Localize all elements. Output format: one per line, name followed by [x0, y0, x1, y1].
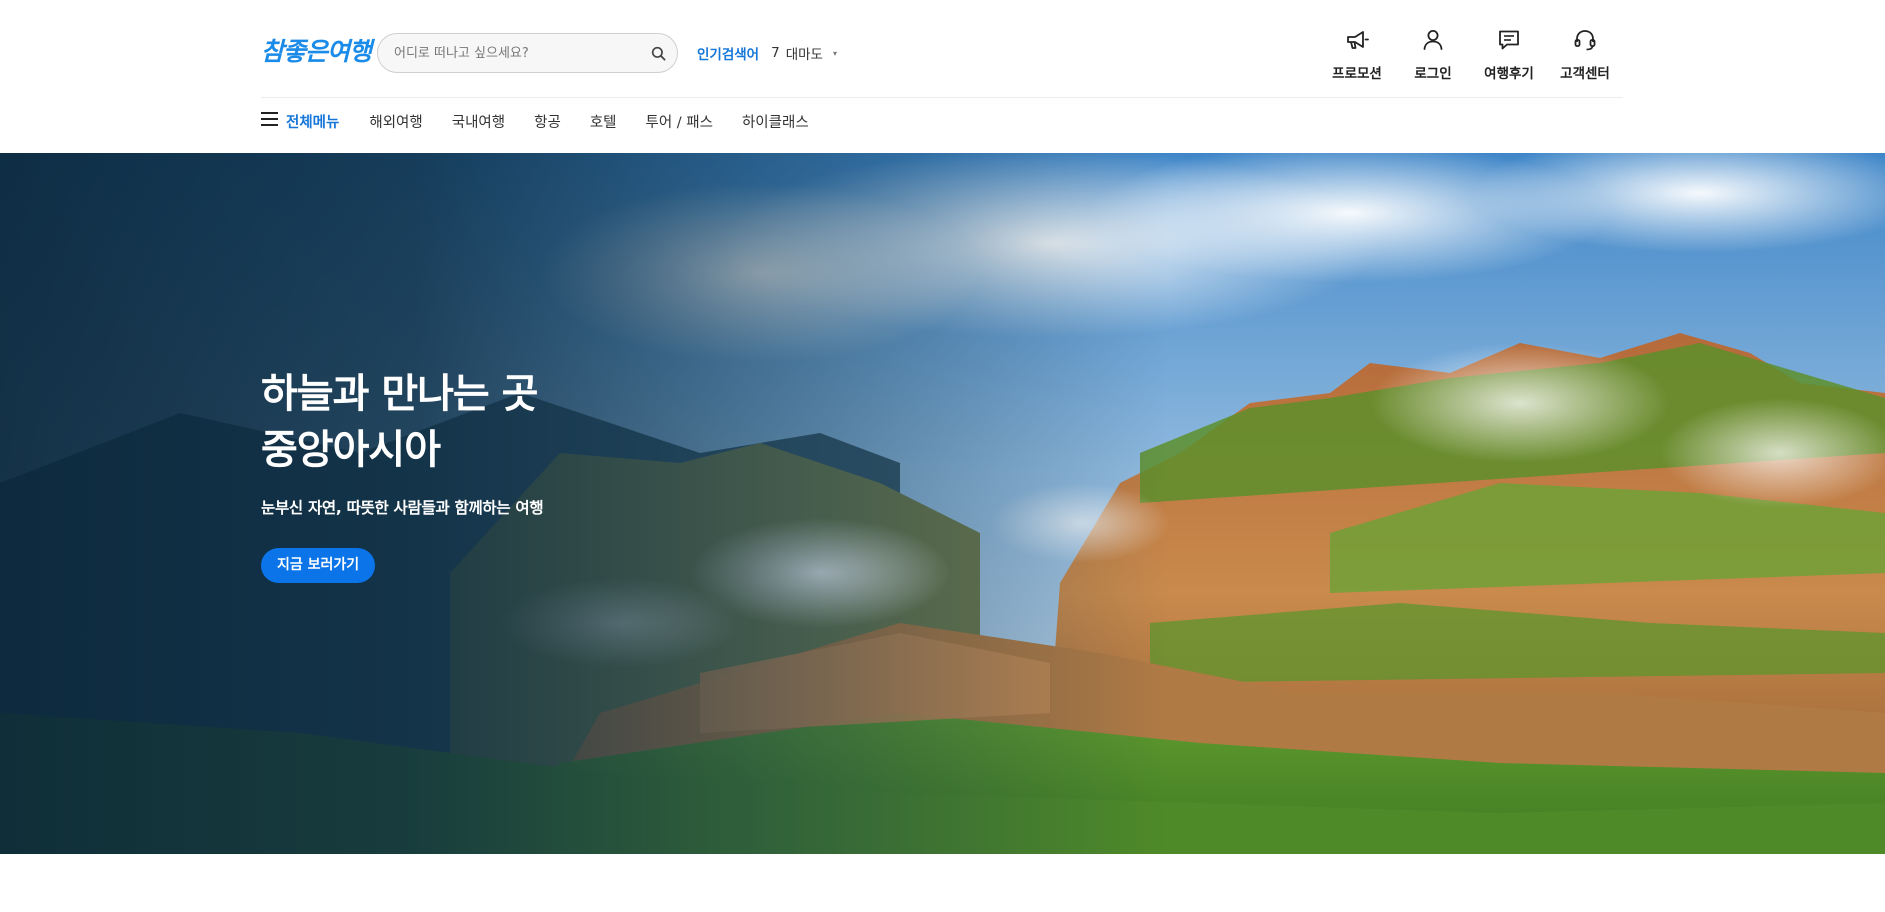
search-input[interactable] — [378, 34, 639, 72]
hamburger-icon — [261, 111, 279, 131]
hero-banner[interactable]: 하늘과 만나는 곳 중앙아시아 눈부신 자연, 따뜻한 사람들과 함께하는 여행… — [0, 153, 1885, 854]
login-label: 로그인 — [1414, 66, 1452, 82]
chat-icon — [1496, 27, 1522, 57]
brand-logo-text: 참좋은여행 — [261, 37, 372, 66]
search-box — [377, 33, 678, 73]
nav-item-domestic[interactable]: 국내여행 — [452, 111, 505, 132]
popular-keyword[interactable]: 대마도 — [786, 43, 823, 63]
popular-keyword-rank: 7 — [771, 45, 780, 61]
hero-title: 하늘과 만나는 곳 중앙아시아 — [261, 371, 538, 473]
promotion-label: 프로모션 — [1332, 66, 1382, 82]
hero-subtitle: 눈부신 자연, 따뜻한 사람들과 함께하는 여행 — [261, 499, 544, 517]
megaphone-icon — [1344, 27, 1370, 57]
review-label: 여행후기 — [1484, 66, 1534, 82]
login-button[interactable]: 로그인 — [1395, 27, 1471, 82]
view-now-button[interactable]: 지금 보러가기 — [261, 548, 376, 583]
user-icon — [1420, 27, 1446, 57]
customer-center-label: 고객센터 — [1560, 66, 1610, 82]
all-menu-button[interactable]: 전체메뉴 — [261, 111, 339, 132]
header-divider — [261, 97, 1623, 98]
site-header: 참좋은여행 인기검색어 7 대마도 ▾ — [0, 0, 1885, 153]
nav-item-flight[interactable]: 항공 — [534, 111, 561, 132]
customer-center-button[interactable]: 고객센터 — [1547, 27, 1623, 82]
header-inner: 참좋은여행 인기검색어 7 대마도 ▾ — [261, 0, 1623, 153]
nav-item-high-class[interactable]: 하이클래스 — [742, 111, 809, 132]
search-icon[interactable] — [639, 34, 677, 72]
hero-copy: 하늘과 만나는 곳 중앙아시아 눈부신 자연, 따뜻한 사람들과 함께하는 여행… — [261, 366, 544, 583]
nav-item-hotel[interactable]: 호텔 — [590, 111, 617, 132]
all-menu-label: 전체메뉴 — [286, 114, 340, 131]
chevron-down-icon[interactable]: ▾ — [833, 49, 837, 58]
main-nav: 전체메뉴 해외여행 국내여행 항공 호텔 투어 / 패스 하이클래스 — [261, 108, 838, 134]
nav-item-tour-pass[interactable]: 투어 / 패스 — [646, 111, 713, 132]
promotion-button[interactable]: 프로모션 — [1319, 27, 1395, 82]
brand-logo[interactable]: 참좋은여행 — [261, 32, 372, 68]
utility-menu: 프로모션 로그인 여행후기 고객센터 — [1319, 27, 1623, 82]
nav-item-overseas[interactable]: 해외여행 — [369, 111, 422, 132]
popular-keywords-label: 인기검색어 — [697, 47, 760, 63]
headset-icon — [1572, 27, 1598, 57]
popular-keywords[interactable]: 인기검색어 7 대마도 ▾ — [697, 43, 837, 63]
review-button[interactable]: 여행후기 — [1471, 27, 1547, 82]
